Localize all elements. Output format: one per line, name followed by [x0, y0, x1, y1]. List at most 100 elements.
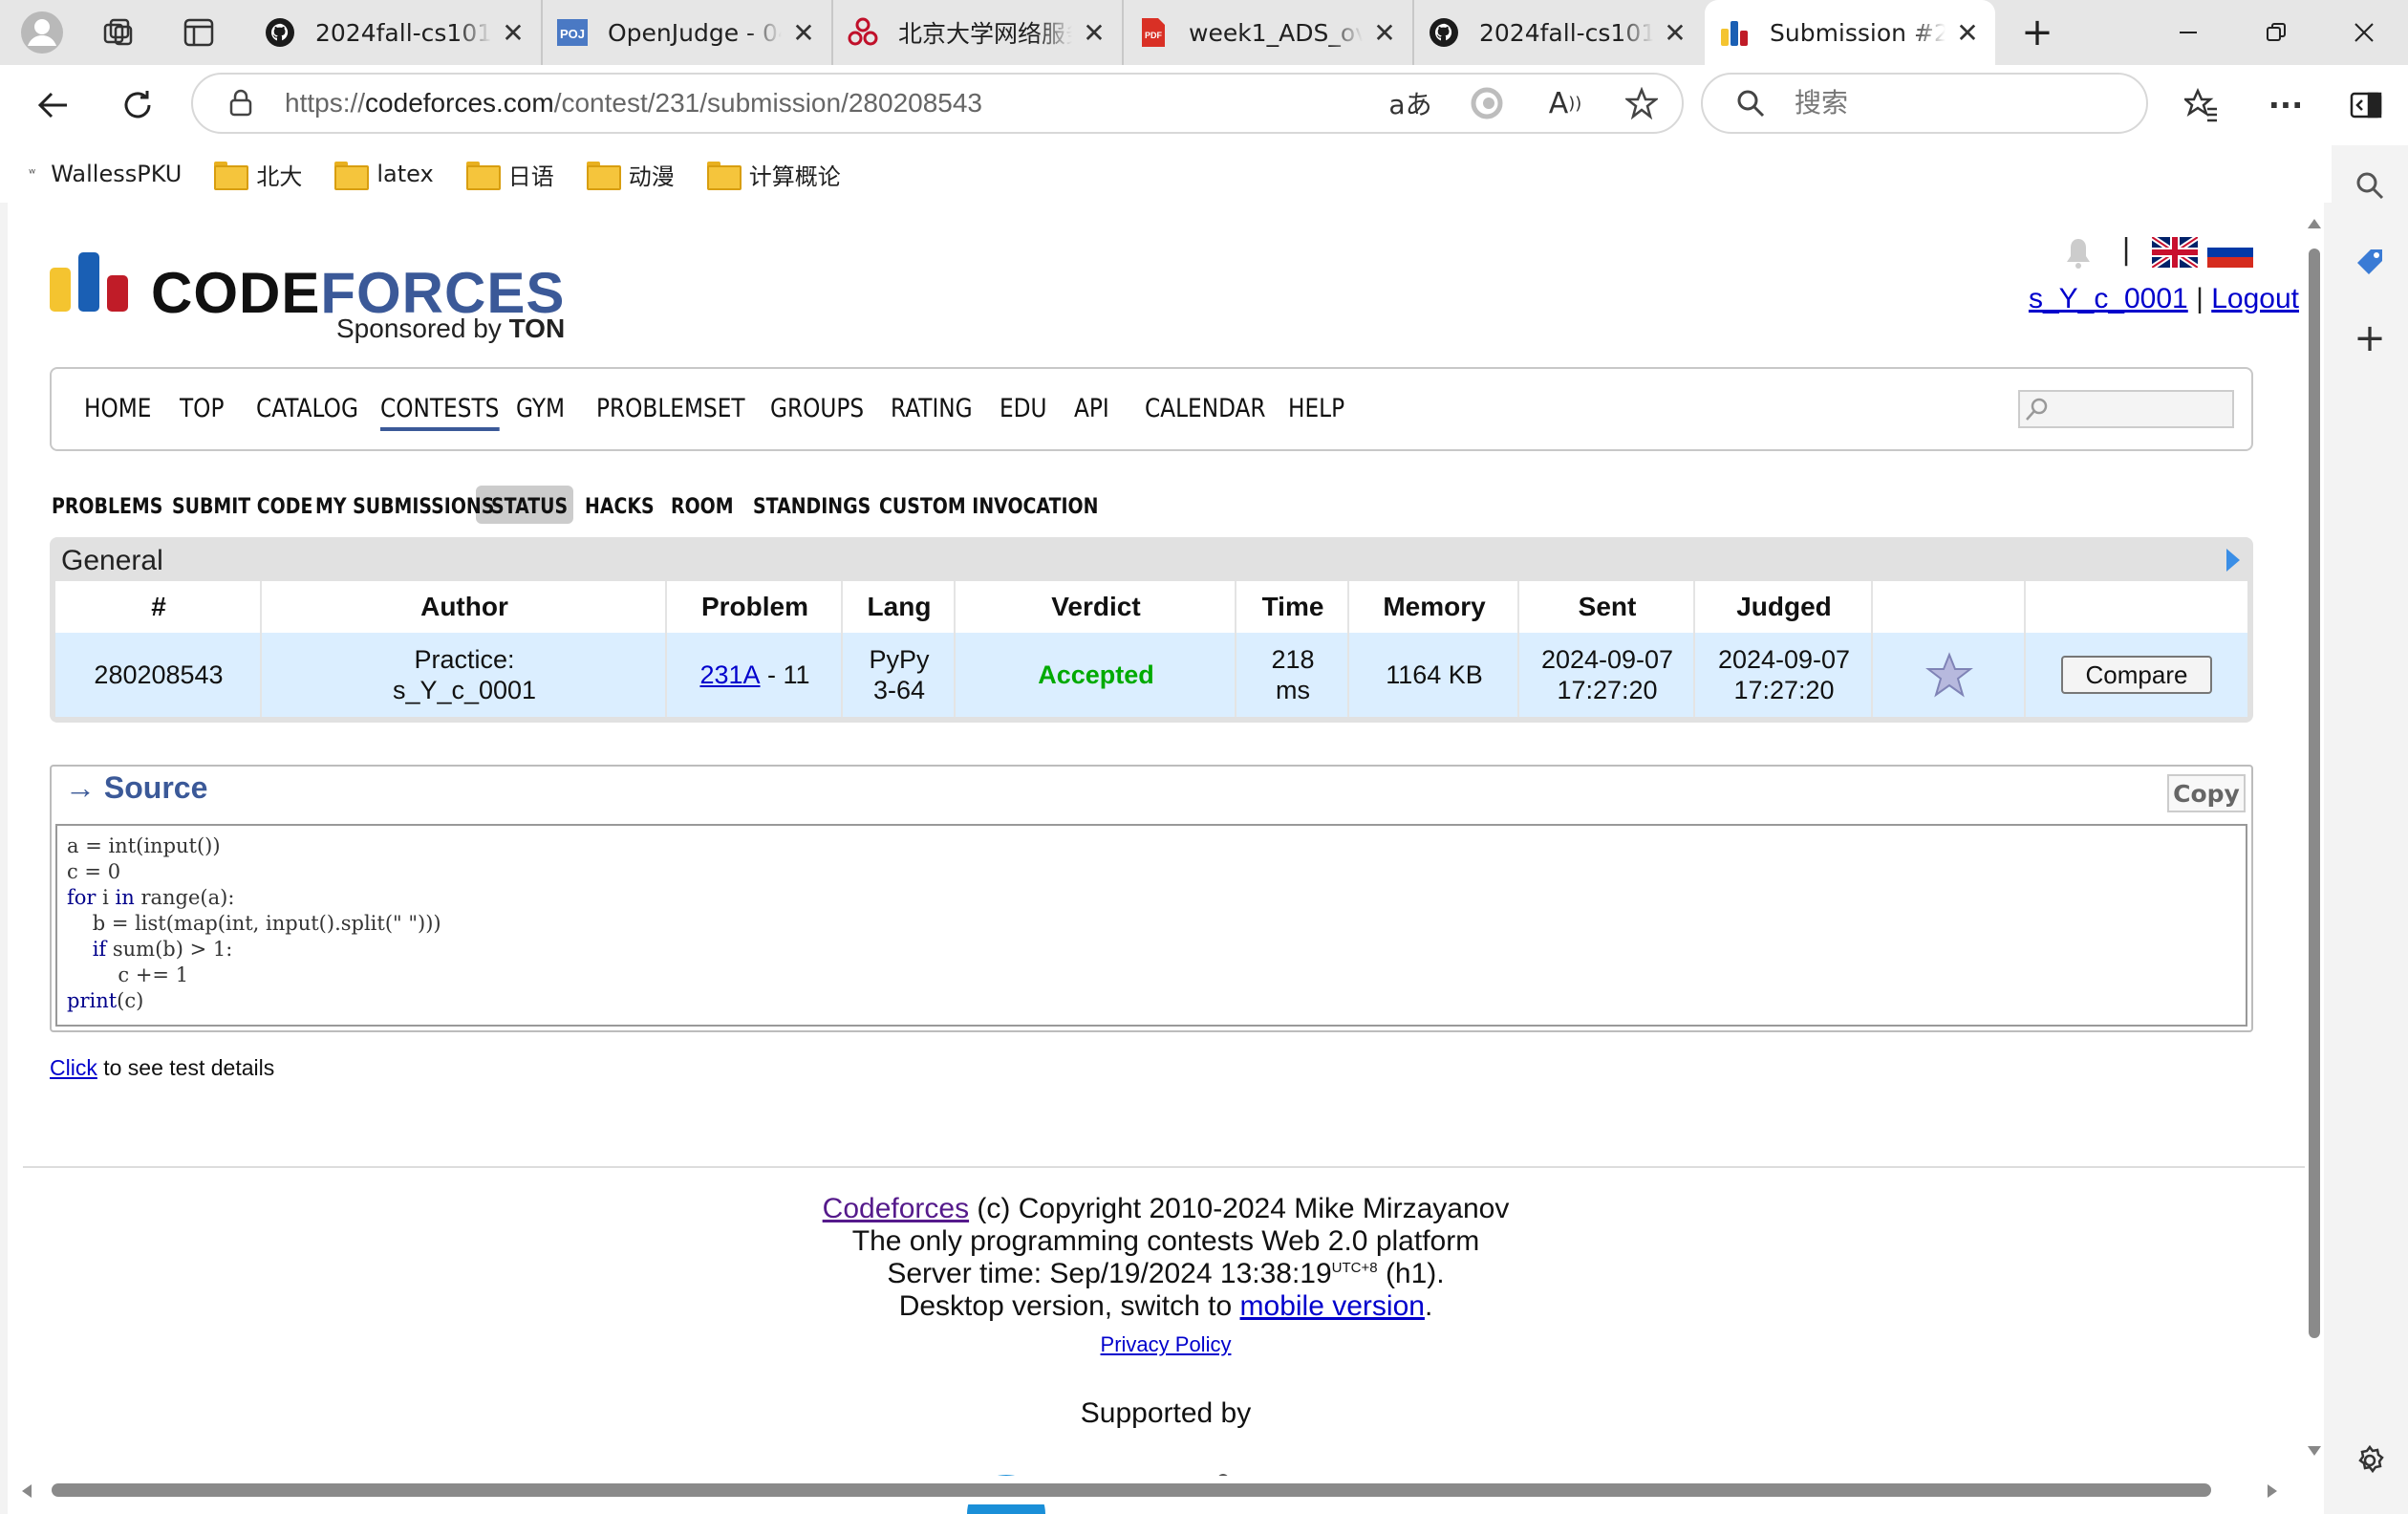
- close-tab-icon[interactable]: ✕: [789, 17, 818, 49]
- judged-time: 17:27:20: [1733, 676, 1835, 704]
- add-sidebar-app-icon[interactable]: +: [2347, 315, 2393, 361]
- scroll-up-arrow-icon[interactable]: [2307, 218, 2322, 229]
- menu-problemset[interactable]: PROBLEMSET: [596, 394, 745, 423]
- scroll-right-arrow-icon[interactable]: [2267, 1483, 2278, 1499]
- expand-arrow-icon[interactable]: [2225, 547, 2242, 573]
- restore-icon[interactable]: [2232, 0, 2320, 65]
- tab-github-homework[interactable]: 2024fall-cs101/hc ✕: [1414, 0, 1703, 65]
- refresh-icon[interactable]: [111, 78, 164, 132]
- close-tab-icon[interactable]: ✕: [1370, 17, 1399, 49]
- back-arrow-icon[interactable]: [27, 78, 80, 132]
- submenu-problems[interactable]: PROBLEMS: [52, 495, 162, 519]
- russian-flag-icon[interactable]: [2207, 237, 2253, 268]
- vertical-scrollbar[interactable]: [2305, 203, 2324, 1514]
- scroll-left-arrow-icon[interactable]: [21, 1483, 32, 1499]
- vertical-tabs-icon[interactable]: [172, 6, 226, 59]
- click-link[interactable]: Click: [50, 1055, 97, 1080]
- favorite-star-icon[interactable]: [1925, 652, 1973, 698]
- col-header-lang: Lang: [867, 592, 932, 621]
- url-bar[interactable]: https://codeforces.com/contest/231/submi…: [191, 73, 1684, 134]
- browser-search-box[interactable]: 搜索: [1701, 73, 2148, 134]
- menu-edu[interactable]: EDU: [1000, 394, 1047, 423]
- menu-contests[interactable]: CONTESTS: [380, 394, 500, 431]
- submenu-submit-code[interactable]: SUBMIT CODE: [172, 495, 312, 519]
- menu-rating[interactable]: RATING: [891, 394, 973, 423]
- menu-gym[interactable]: GYM: [516, 394, 565, 423]
- profile-avatar-icon[interactable]: [15, 6, 69, 59]
- bookmark-folder-japanese[interactable]: 日语: [465, 158, 554, 191]
- menu-calendar[interactable]: CALENDAR: [1145, 394, 1266, 423]
- favorites-list-icon[interactable]: [2175, 78, 2228, 132]
- submenu-custom-invocation[interactable]: CUSTOM INVOCATION: [879, 495, 1098, 519]
- vertical-scroll-thumb[interactable]: [2309, 249, 2320, 1338]
- tab-pku-service[interactable]: 北京大学网络服务 ✕: [833, 0, 1124, 65]
- submenu-standings[interactable]: STANDINGS: [753, 495, 871, 519]
- tab-github-practice[interactable]: 2024fall-cs101/pr ✕: [250, 0, 543, 65]
- username-link[interactable]: s_Y_c_0001: [2029, 283, 2188, 314]
- bookmark-folder-anime[interactable]: 动漫: [586, 158, 675, 191]
- code-block[interactable]: a = int(input()) c = 0 for i in range(a)…: [55, 824, 2247, 1027]
- shopping-tag-icon[interactable]: [2347, 239, 2393, 285]
- submenu-my-submissions[interactable]: MY SUBMISSIONS: [315, 495, 494, 519]
- submenu-status[interactable]: STATUS: [491, 495, 568, 519]
- menu-top[interactable]: TOP: [180, 394, 224, 423]
- arrow-icon: →: [65, 770, 96, 805]
- compare-button[interactable]: Compare: [2061, 656, 2212, 694]
- menu-api[interactable]: API: [1074, 394, 1109, 423]
- logo-code: CODE: [151, 261, 321, 325]
- close-tab-icon[interactable]: ✕: [1953, 17, 1982, 49]
- source-title-text: Source: [103, 770, 208, 805]
- horizontal-scroll-thumb[interactable]: [52, 1483, 2211, 1497]
- workspaces-icon[interactable]: [92, 6, 145, 59]
- author-handle[interactable]: s_Y_c_0001: [393, 675, 536, 705]
- problem-link[interactable]: 231A: [699, 660, 760, 690]
- tab-submission-active[interactable]: Submission #280 ✕: [1705, 0, 1995, 65]
- menu-home[interactable]: HOME: [84, 394, 151, 423]
- scroll-down-arrow-icon[interactable]: [2307, 1445, 2322, 1457]
- close-tab-icon[interactable]: ✕: [1661, 17, 1689, 49]
- bookmark-folder-intro-computing[interactable]: 计算概论: [706, 158, 841, 191]
- settings-gear-icon[interactable]: [2347, 1438, 2393, 1483]
- notification-bell-icon[interactable]: [2064, 237, 2093, 270]
- copy-button[interactable]: Copy: [2167, 774, 2246, 812]
- bookmark-folder-beida[interactable]: 北大: [214, 158, 302, 191]
- privacy-policy-link[interactable]: Privacy Policy: [1101, 1332, 1232, 1356]
- new-tab-icon[interactable]: +: [1993, 0, 2081, 65]
- lock-icon[interactable]: [214, 76, 268, 130]
- close-window-icon[interactable]: [2320, 0, 2408, 65]
- search-icon[interactable]: [2347, 162, 2393, 208]
- footer-copyright: Codeforces (c) Copyright 2010-2024 Mike …: [8, 1193, 2324, 1225]
- user-links: s_Y_c_0001 | Logout: [2029, 283, 2299, 315]
- menu-groups[interactable]: GROUPS: [770, 394, 864, 423]
- sidebar-toggle-icon[interactable]: [2339, 78, 2393, 132]
- bookmark-folder-latex[interactable]: latex: [334, 161, 434, 190]
- submenu-room[interactable]: ROOM: [671, 495, 734, 519]
- translate-icon[interactable]: aあ: [1384, 76, 1437, 130]
- more-menu-icon[interactable]: ···: [2259, 78, 2312, 132]
- edge-tracking-icon[interactable]: [1460, 76, 1514, 130]
- favorite-star-icon[interactable]: [1615, 76, 1668, 130]
- menu-help[interactable]: HELP: [1288, 394, 1344, 423]
- col-header-author: Author: [420, 592, 508, 621]
- url-text[interactable]: https://codeforces.com/contest/231/submi…: [285, 75, 982, 132]
- close-tab-icon[interactable]: ✕: [1080, 17, 1108, 49]
- column-divider: [1517, 581, 1519, 717]
- minimize-icon[interactable]: [2144, 0, 2232, 65]
- footer-codeforces-link[interactable]: Codeforces: [823, 1193, 969, 1224]
- tab-week1-pdf[interactable]: PDF week1_ADS_over ✕: [1124, 0, 1414, 65]
- horizontal-scrollbar[interactable]: [8, 1476, 2324, 1504]
- close-tab-icon[interactable]: ✕: [499, 17, 527, 49]
- english-flag-icon[interactable]: [2152, 237, 2198, 268]
- tab-openjudge[interactable]: POJ OpenJudge - 040 ✕: [543, 0, 833, 65]
- mobile-version-link[interactable]: mobile version: [1240, 1290, 1425, 1322]
- submenu-hacks[interactable]: HACKS: [585, 495, 655, 519]
- github-icon: [1428, 16, 1460, 49]
- cf-search-input[interactable]: [2018, 390, 2234, 428]
- col-header-memory: Memory: [1383, 592, 1486, 621]
- menu-catalog[interactable]: CATALOG: [256, 394, 358, 423]
- codeforces-logo-icon[interactable]: [50, 250, 132, 314]
- cell-time: 218 ms: [1236, 633, 1349, 717]
- read-aloud-icon[interactable]: A)): [1538, 76, 1592, 130]
- bookmark-wallesspku[interactable]: ʷ WallessPKU: [29, 161, 182, 187]
- logout-link[interactable]: Logout: [2211, 283, 2299, 314]
